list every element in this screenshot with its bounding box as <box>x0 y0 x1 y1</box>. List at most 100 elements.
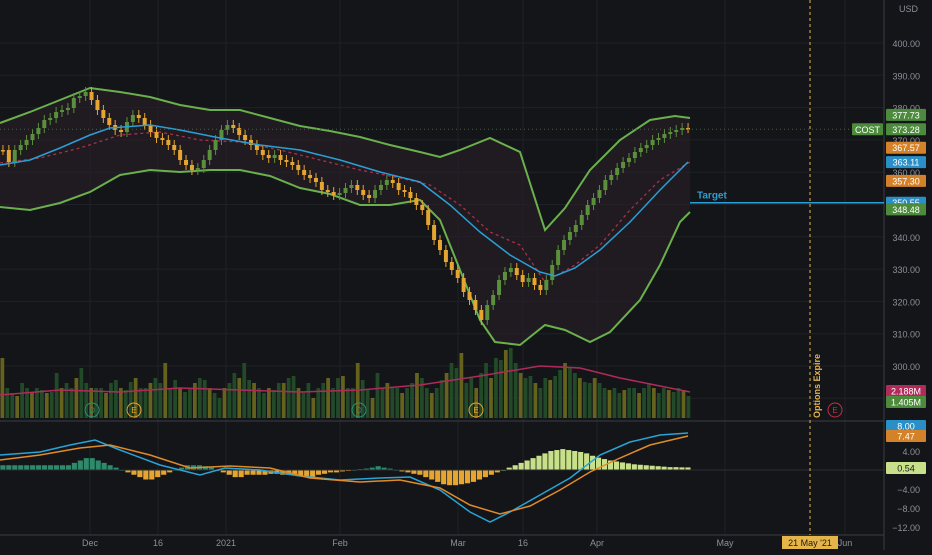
candle-body <box>626 158 631 162</box>
candle-body <box>243 135 248 140</box>
volume-bar <box>543 378 548 418</box>
volume-bar <box>553 376 558 418</box>
volume-bar <box>459 353 464 418</box>
price-tick-label: 400.00 <box>892 39 920 49</box>
volume-bar <box>114 380 118 418</box>
candle-body <box>467 292 472 300</box>
macd-tick-label: −12.00 <box>892 523 920 533</box>
candle-body <box>77 96 82 98</box>
volume-bar <box>676 388 681 418</box>
candle-body <box>195 168 200 170</box>
volume-bar <box>464 383 469 418</box>
volume-bar <box>59 388 64 418</box>
time-tick-label: 16 <box>518 538 528 548</box>
macd-histogram-bar <box>316 470 322 475</box>
volume-bar <box>400 393 405 418</box>
volume-bar <box>439 380 444 418</box>
candle-body <box>231 125 236 128</box>
volume-bar <box>484 363 488 418</box>
candle-body <box>520 275 525 282</box>
candle-body <box>485 305 490 320</box>
candle-body <box>213 140 218 150</box>
volume-bar <box>627 388 632 418</box>
candle-body <box>396 183 401 190</box>
candle-body <box>266 155 271 158</box>
macd-tick-label: −4.00 <box>897 485 920 495</box>
candle-body <box>349 185 354 188</box>
target-label: Target <box>697 191 727 202</box>
macd-histogram-bar <box>59 465 66 470</box>
volume-bar <box>602 388 607 418</box>
volume-bar <box>666 390 671 418</box>
candle-body <box>550 265 555 280</box>
volume-bar <box>587 383 592 418</box>
volume-bar <box>183 392 187 418</box>
volume-bar <box>217 398 222 418</box>
volume-bar <box>311 398 316 418</box>
candle-body <box>290 162 295 165</box>
macd-histogram-bar <box>30 465 36 470</box>
volume-bar <box>632 388 637 418</box>
volume-bar <box>558 370 562 418</box>
volume-bar <box>30 393 34 418</box>
volume-bar <box>380 388 385 418</box>
macd-histogram-bar <box>71 462 77 470</box>
macd-histogram-bar <box>476 470 483 480</box>
candle-body <box>414 198 419 205</box>
candle-body <box>254 145 259 150</box>
macd-histogram-bar <box>149 470 155 480</box>
chart-canvas[interactable]: TargetOptions ExpireD E D E E 400.00390.0038… <box>0 0 932 550</box>
candle-body <box>426 210 431 225</box>
volume-bar <box>597 383 602 418</box>
volume-bar <box>143 388 148 418</box>
time-tick-label: Dec <box>82 538 99 548</box>
candle-body <box>585 205 590 215</box>
volume-bar <box>444 373 449 418</box>
macd-histogram-bar <box>18 465 24 470</box>
macd-histogram-bar <box>524 460 530 470</box>
candle-body <box>166 140 171 145</box>
time-tick-label: 2021 <box>216 538 236 548</box>
price-label-value: 373.28 <box>892 125 920 135</box>
price-label-value: 367.57 <box>892 143 920 153</box>
candle-body <box>313 178 318 182</box>
candle-body <box>367 195 372 198</box>
candle-body <box>420 205 425 210</box>
price-tick-label: 300.00 <box>892 362 920 372</box>
volume-bar <box>321 383 326 418</box>
volume-bar <box>656 393 661 418</box>
candle-body <box>402 190 407 192</box>
candle-body <box>278 155 283 160</box>
volume-bar <box>247 380 252 418</box>
volume-bar <box>523 378 528 418</box>
volume-bar <box>375 373 380 418</box>
macd-histogram-bar <box>554 450 560 470</box>
volume-bar <box>153 378 158 418</box>
macd-histogram-bar <box>310 470 316 478</box>
volume-bar <box>390 388 395 418</box>
volume-bar <box>281 383 286 418</box>
macd-histogram-bar <box>572 451 578 470</box>
candle-body <box>142 118 147 125</box>
candle-body <box>95 100 100 110</box>
volume-bar <box>74 378 79 418</box>
volume-bar <box>592 378 597 418</box>
volume-bar <box>188 388 192 418</box>
macd-histogram-bar <box>423 470 429 478</box>
macd-histogram-bar <box>566 450 572 470</box>
macd-histogram-bar <box>250 470 256 475</box>
volume-bar <box>622 390 627 418</box>
candle-body <box>437 240 442 250</box>
volume-bar <box>109 383 113 418</box>
macd-histogram-bar <box>453 470 459 486</box>
macd-histogram-bar <box>232 470 238 478</box>
macd-histogram-bar <box>131 470 137 475</box>
expiry-date-label: 21 May '21 <box>788 538 832 548</box>
volume-bar <box>336 378 340 418</box>
event-marker-label: D <box>89 406 95 415</box>
candle-body <box>260 150 265 155</box>
candle-body <box>556 250 561 265</box>
stock-chart[interactable]: Target Options Expire D E D E E 400.00 390.00 38… <box>0 0 932 550</box>
event-marker-label: E <box>832 406 837 415</box>
candle-body <box>502 272 507 280</box>
